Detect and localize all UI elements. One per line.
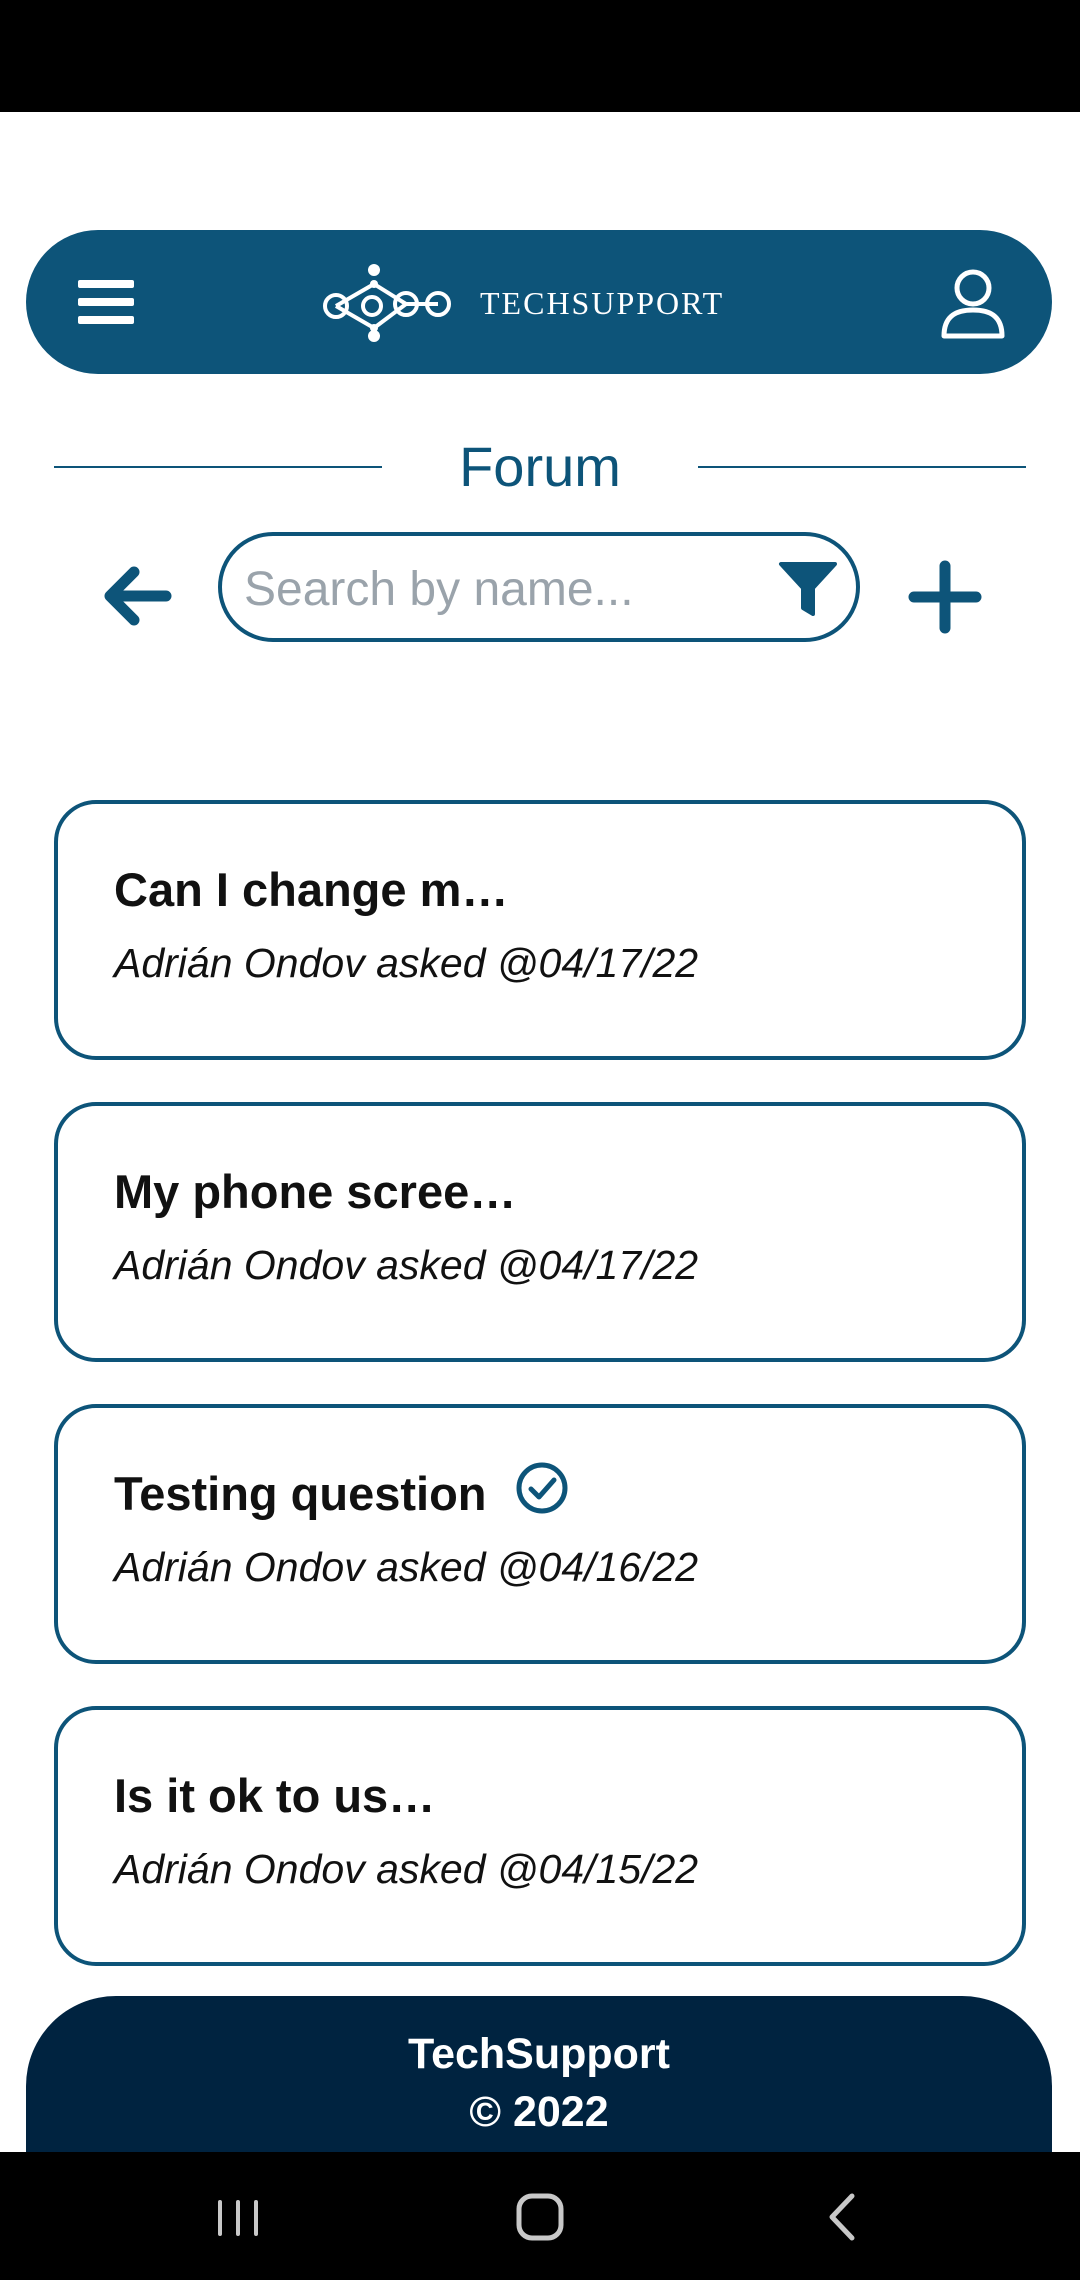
search-input[interactable] — [242, 546, 766, 632]
question-title: Testing question — [114, 1467, 487, 1520]
question-meta: Adrián Ondov asked @04/16/22 — [114, 1544, 699, 1590]
filter-funnel-icon[interactable] — [778, 558, 838, 620]
status-bar — [0, 0, 1080, 112]
footer-brand: TechSupport — [408, 2030, 670, 2078]
user-profile-icon[interactable] — [938, 266, 1008, 340]
question-meta: Adrián Ondov asked @04/15/22 — [114, 1846, 699, 1892]
recent-apps-icon[interactable] — [200, 2182, 280, 2252]
system-nav-bar — [0, 2152, 1080, 2280]
question-title: Can I change m… — [114, 863, 509, 916]
divider-right — [698, 466, 1026, 468]
question-card[interactable]: My phone scree… Adrián Ondov asked @04/1… — [54, 1102, 1026, 1362]
search-box — [218, 532, 860, 642]
hamburger-menu-icon[interactable] — [78, 272, 138, 332]
back-icon[interactable] — [802, 2182, 882, 2252]
app-header: TECHSUPPORT — [26, 230, 1052, 374]
home-icon[interactable] — [500, 2182, 580, 2252]
brand-name: TECHSUPPORT — [480, 284, 725, 321]
question-card[interactable]: Testing question Adrián Ondov asked @04/… — [54, 1404, 1026, 1664]
brand-logo[interactable]: TECHSUPPORT — [318, 260, 724, 346]
question-meta: Adrián Ondov asked @04/17/22 — [114, 940, 699, 986]
check-circle-icon — [516, 1462, 568, 1514]
question-title: Is it ok to us… — [114, 1769, 436, 1822]
question-card[interactable]: Is it ok to us… Adrián Ondov asked @04/1… — [54, 1706, 1026, 1966]
forum-title-row: Forum — [54, 430, 1026, 502]
footer-copyright: © 2022 — [469, 2088, 609, 2136]
arrow-left-icon[interactable] — [96, 556, 176, 636]
question-meta: Adrián Ondov asked @04/17/22 — [114, 1242, 699, 1288]
question-card[interactable]: Can I change m… Adrián Ondov asked @04/1… — [54, 800, 1026, 1060]
plus-icon[interactable] — [908, 560, 982, 634]
question-title: My phone scree… — [114, 1165, 517, 1218]
gears-logo-icon — [323, 264, 451, 342]
